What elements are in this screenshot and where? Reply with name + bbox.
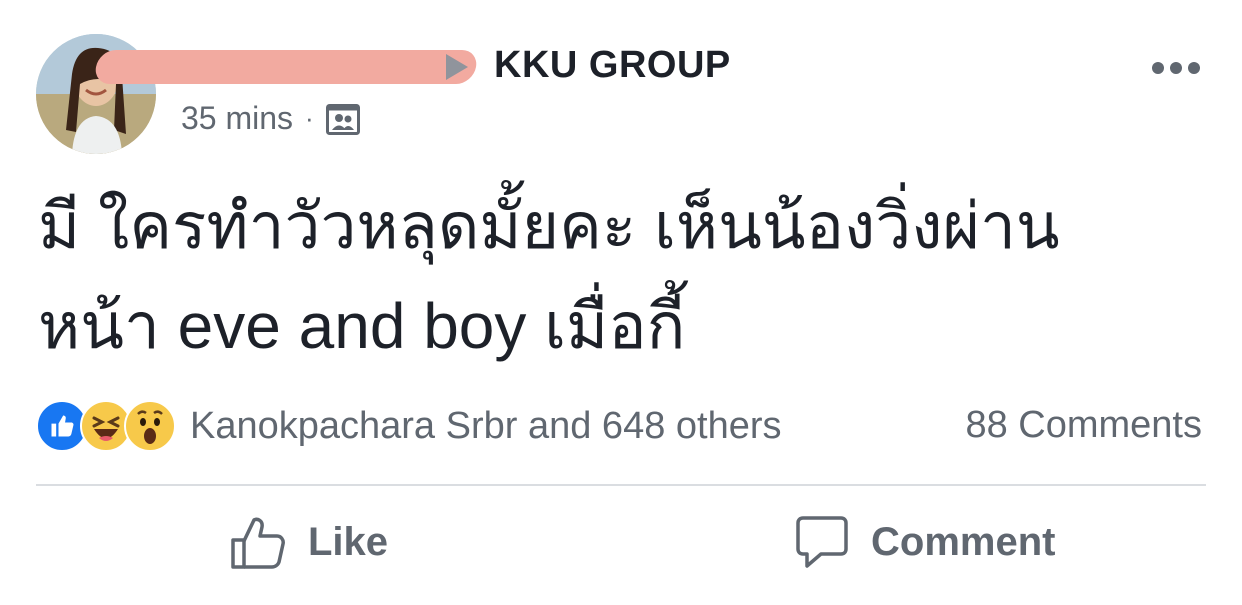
like-label: Like — [308, 519, 389, 564]
reactions-summary[interactable]: Kanokpachara Srbr and 648 others — [36, 400, 782, 452]
wow-reaction-icon — [124, 400, 176, 452]
like-button[interactable]: Like — [230, 514, 388, 570]
shared-to-arrow-icon — [446, 54, 468, 80]
meta-separator: · — [305, 103, 314, 133]
more-dot-icon — [1152, 62, 1164, 74]
comment-label: Comment — [871, 519, 1056, 564]
post-meta: 35 mins · — [181, 100, 360, 137]
more-dot-icon — [1170, 62, 1182, 74]
post-text-line: มี ใครทำวัวหลุดมั้ยคะ เห็นน้องวิ่งผ่าน — [38, 190, 1060, 262]
comments-count-link[interactable]: 88 Comments — [965, 404, 1202, 447]
more-options-button[interactable] — [1152, 62, 1200, 74]
reactions-text[interactable]: Kanokpachara Srbr and 648 others — [190, 405, 782, 448]
post-body: มี ใครทำวัวหลุดมั้ยคะ เห็นน้องวิ่งผ่าน ห… — [38, 176, 1198, 376]
more-dot-icon — [1188, 62, 1200, 74]
group-audience-icon — [325, 103, 360, 135]
group-name-link[interactable]: KKU GROUP — [494, 44, 731, 87]
thumbs-up-icon — [231, 517, 285, 569]
comment-button[interactable]: Comment — [795, 514, 1055, 570]
post-timestamp[interactable]: 35 mins — [181, 100, 293, 137]
redacted-author-name — [93, 50, 479, 84]
comment-bubble-icon — [796, 516, 848, 568]
post-text-line: หน้า eve and boy เมื่อกี้ — [38, 290, 686, 362]
actions-divider — [36, 484, 1206, 486]
